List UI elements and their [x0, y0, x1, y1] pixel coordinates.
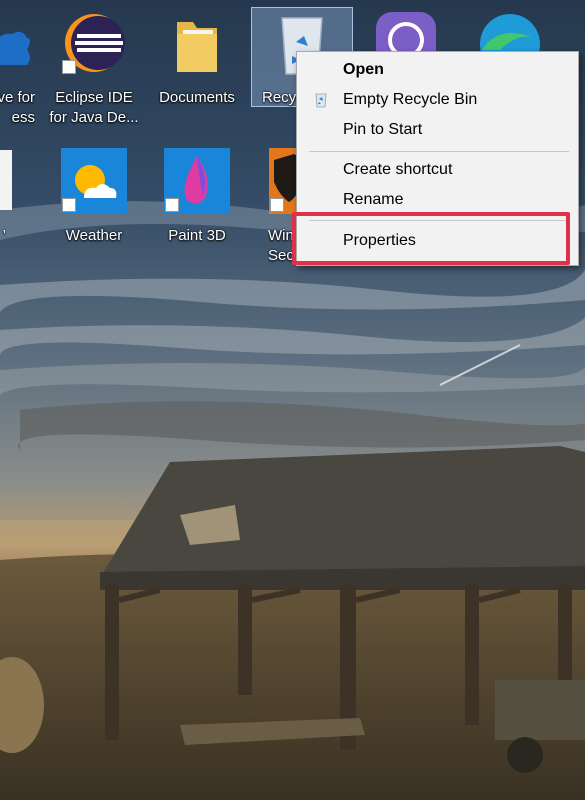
shortcut-arrow-icon	[270, 198, 284, 212]
shortcut-arrow-icon	[62, 198, 76, 212]
menu-item-pin-to-start[interactable]: Pin to Start	[297, 115, 578, 145]
recycle-bin-small-icon	[315, 93, 327, 108]
icon-label: Eclipse IDE for Java De...	[49, 89, 139, 126]
menu-item-label: Open	[343, 61, 384, 78]
icon-label: ’	[2, 227, 6, 244]
menu-item-label: Pin to Start	[343, 121, 423, 138]
file-icon	[0, 150, 12, 210]
icon-label: Weather	[65, 227, 123, 244]
weather-icon	[61, 148, 127, 214]
eclipse-icon	[65, 14, 125, 72]
icon-label: ve for ess	[0, 89, 35, 126]
folder-icon	[177, 22, 217, 72]
menu-item-label: Rename	[343, 191, 404, 208]
shortcut-arrow-icon	[165, 198, 179, 212]
menu-separator	[309, 151, 569, 152]
icon-label: Documents	[159, 89, 235, 106]
menu-item-create-shortcut[interactable]: Create shortcut	[297, 155, 578, 185]
icon-label: Paint 3D	[168, 227, 226, 244]
menu-item-rename[interactable]: Rename	[297, 185, 578, 215]
menu-item-open[interactable]: Open	[297, 55, 578, 85]
menu-item-label: Empty Recycle Bin	[343, 91, 478, 108]
paint3d-icon	[164, 148, 230, 214]
menu-item-empty-recycle-bin[interactable]: Empty Recycle Bin	[297, 85, 578, 115]
shortcut-arrow-icon	[62, 60, 76, 74]
properties-highlight-box	[292, 212, 570, 265]
menu-item-label: Create shortcut	[343, 161, 453, 178]
desktop[interactable]: ve for ess Eclipse IDE for Java De... Do…	[0, 0, 585, 800]
